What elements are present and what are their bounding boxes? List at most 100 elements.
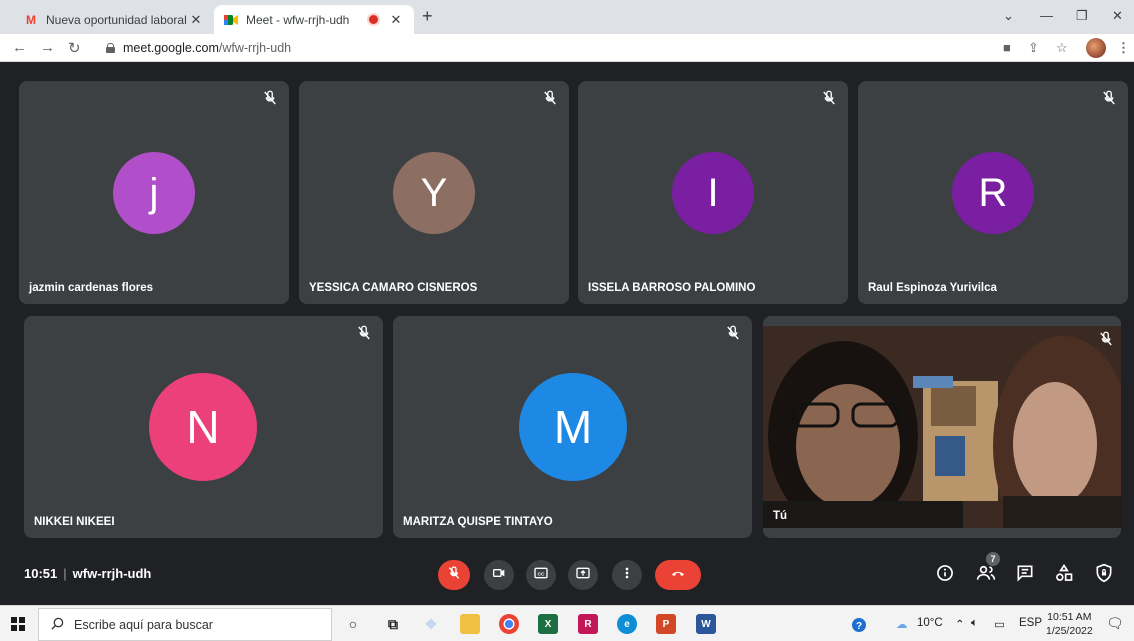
host-controls-icon xyxy=(1094,563,1114,588)
participant-tile[interactable]: R Raul Espinoza Yurivilca xyxy=(858,81,1128,304)
reload-icon[interactable]: ↻ xyxy=(68,39,81,57)
close-tab-icon[interactable]: ✕ xyxy=(388,12,404,28)
windows-start-icon[interactable] xyxy=(11,617,25,636)
weather-temp[interactable]: 10°C xyxy=(917,617,943,629)
people-button[interactable] xyxy=(975,564,997,586)
tab-meet[interactable]: Meet - wfw-rrjh-udh ✕ xyxy=(214,5,414,34)
svg-text:?: ? xyxy=(856,621,862,632)
new-tab-icon[interactable]: + xyxy=(422,6,433,27)
powerpoint-icon[interactable]: P xyxy=(656,614,676,634)
dropbox-icon[interactable]: ❖ xyxy=(421,614,441,634)
self-video-feed: Tú xyxy=(763,326,1121,528)
mic-off-icon xyxy=(820,89,838,107)
avatar: j xyxy=(113,152,195,234)
info-icon xyxy=(935,563,955,588)
participant-tile[interactable]: I ISSELA BARROSO PALOMINO xyxy=(578,81,848,304)
forward-icon[interactable]: → xyxy=(40,39,55,56)
self-name: Tú xyxy=(773,510,788,522)
windows-taskbar: Escribe aquí para buscar ○ ⧉ ❖ X R e P W… xyxy=(0,605,1134,641)
captions-button[interactable]: CC xyxy=(526,560,556,590)
activities-button[interactable] xyxy=(1053,563,1075,588)
file-explorer-icon[interactable] xyxy=(460,614,480,634)
weather-icon: ☁ xyxy=(896,619,908,631)
meet-icon xyxy=(224,14,238,26)
chrome-icon[interactable] xyxy=(499,614,519,634)
mic-off-icon xyxy=(355,324,373,342)
meeting-code: wfw-rrjh-udh xyxy=(72,566,152,581)
winrar-icon[interactable]: R xyxy=(578,614,598,634)
help-icon[interactable]: ? xyxy=(851,617,867,636)
mic-toggle-button[interactable] xyxy=(438,560,470,590)
mic-off-icon xyxy=(541,89,559,107)
avatar: M xyxy=(519,373,627,481)
meeting-info: 10:51 | wfw-rrjh-udh xyxy=(24,566,152,581)
avatar: Y xyxy=(393,152,475,234)
show-hidden-icons-icon[interactable]: ⌃ xyxy=(955,617,965,631)
close-tab-icon[interactable]: ✕ xyxy=(188,12,204,28)
participant-tile[interactable]: j jazmin cardenas flores xyxy=(19,81,289,304)
url-field[interactable]: meet.google.com/wfw-rrjh-udh xyxy=(96,37,986,59)
more-icon xyxy=(619,565,635,586)
svg-text:CC: CC xyxy=(538,571,545,576)
restore-icon[interactable]: ❐ xyxy=(1076,8,1088,24)
tab-gmail[interactable]: M Nueva oportunidad laboral en Ve ✕ xyxy=(14,5,214,34)
menu-icon[interactable]: ⋮ xyxy=(1117,40,1130,56)
input-language[interactable]: ESP xyxy=(1019,617,1042,629)
profile-avatar[interactable] xyxy=(1086,38,1106,58)
taskbar-date: 1/25/2022 xyxy=(1046,625,1093,637)
participant-tile[interactable]: N NIKKEI NIKEEI xyxy=(24,316,383,538)
address-bar: ← → ↻ meet.google.com/wfw-rrjh-udh ■ ⇪ ☆… xyxy=(0,34,1134,62)
chat-icon xyxy=(1015,563,1035,588)
window-close-icon[interactable]: ✕ xyxy=(1112,8,1123,24)
mic-off-icon xyxy=(724,324,742,342)
recording-indicator-icon xyxy=(369,15,378,24)
lock-icon xyxy=(106,43,115,53)
gmail-icon: M xyxy=(26,12,36,27)
camera-in-use-icon[interactable]: ■ xyxy=(1003,40,1011,55)
camera-toggle-button[interactable] xyxy=(484,560,514,590)
mic-off-icon xyxy=(1100,89,1118,107)
cortana-icon[interactable]: ○ xyxy=(343,614,363,634)
participant-name: jazmin cardenas flores xyxy=(29,282,153,294)
volume-icon[interactable]: 🔈︎ xyxy=(971,617,978,630)
tab-title: Meet - wfw-rrjh-udh xyxy=(246,12,350,27)
tab-title: Nueva oportunidad laboral en Ve xyxy=(46,12,188,27)
participant-name: YESSICA CAMARO CISNEROS xyxy=(309,282,478,294)
taskbar-time: 10:51 AM xyxy=(1047,611,1092,623)
chat-button[interactable] xyxy=(1014,564,1036,586)
meeting-time: 10:51 xyxy=(24,566,58,581)
participant-name: ISSELA BARROSO PALOMINO xyxy=(588,282,756,294)
notifications-icon[interactable]: 🗨︎ xyxy=(1106,615,1124,632)
tab-search-icon[interactable]: ⌄ xyxy=(1003,8,1014,24)
participant-name: Raul Espinoza Yurivilca xyxy=(868,282,997,294)
participant-tile[interactable]: M MARITZA QUISPE TINTAYO xyxy=(393,316,752,538)
taskbar-clock[interactable]: 10:51 AM 1/25/2022 xyxy=(1046,610,1093,638)
edge-icon[interactable]: e xyxy=(617,614,637,634)
hangup-icon xyxy=(670,565,686,586)
browser-tab-bar: M Nueva oportunidad laboral en Ve ✕ Meet… xyxy=(0,0,1134,34)
host-controls-button[interactable] xyxy=(1093,563,1115,588)
share-icon[interactable]: ⇪ xyxy=(1028,40,1039,56)
leave-call-button[interactable] xyxy=(655,560,701,590)
bookmark-star-icon[interactable]: ☆ xyxy=(1056,40,1068,56)
more-options-button[interactable] xyxy=(612,560,642,590)
participant-tile[interactable]: Y YESSICA CAMARO CISNEROS xyxy=(299,81,569,304)
present-button[interactable] xyxy=(568,560,598,590)
avatar: N xyxy=(149,373,257,481)
word-icon[interactable]: W xyxy=(696,614,716,634)
mic-off-icon xyxy=(261,89,279,107)
minimize-icon[interactable]: — xyxy=(1040,8,1053,23)
back-icon[interactable]: ← xyxy=(12,39,27,56)
url-host: meet.google.com xyxy=(123,41,219,55)
excel-icon[interactable]: X xyxy=(538,614,558,634)
present-icon xyxy=(575,565,591,586)
network-icon[interactable]: ▭ xyxy=(994,617,1005,631)
task-view-icon[interactable]: ⧉ xyxy=(383,614,403,634)
meeting-details-button[interactable] xyxy=(934,564,956,586)
avatar: I xyxy=(672,152,754,234)
avatar: R xyxy=(952,152,1034,234)
taskbar-search-field[interactable]: Escribe aquí para buscar xyxy=(38,608,332,641)
activities-icon xyxy=(1054,563,1074,588)
mic-off-icon xyxy=(446,565,462,586)
camera-icon xyxy=(491,565,507,586)
